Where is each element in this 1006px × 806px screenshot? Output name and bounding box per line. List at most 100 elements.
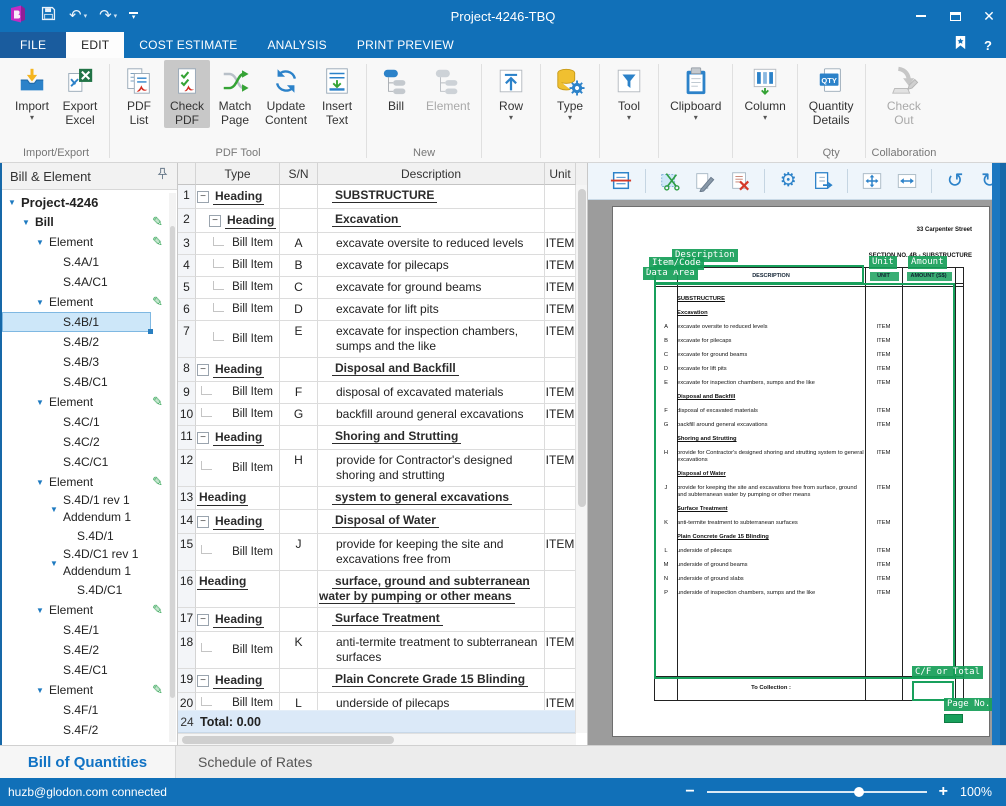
tree-item-s-4c-c1[interactable]: S.4C/C1 [2,452,177,472]
grid-row-3[interactable]: 3Bill ItemAexcavate oversite to reduced … [178,233,576,255]
grid-row-10[interactable]: 10Bill ItemGbackfill around general exca… [178,404,576,426]
tree-item-element[interactable]: ▼Element✎ [2,680,177,700]
quantity-details-button[interactable]: QTYQuantityDetails [804,60,859,128]
grid-row-4[interactable]: 4Bill ItemBexcavate for pilecapsITEM [178,255,576,277]
pdf-list-button[interactable]: PDFList [116,60,162,128]
edit-pencil-icon[interactable]: ✎ [152,214,163,230]
tree-item-project-4246[interactable]: ▼Project-4246 [2,192,177,212]
collapse-icon[interactable]: − [197,675,209,687]
zoom-slider-thumb[interactable] [854,787,864,797]
tree-item-s-4d-1-rev-1-addendum-1[interactable]: ▼S.4D/1 rev 1Addendum 1 [2,492,177,526]
edit-pencil-icon[interactable]: ✎ [152,394,163,410]
tab-analysis[interactable]: ANALYSIS [252,32,341,58]
collapse-icon[interactable]: − [197,364,209,376]
grid-vscrollbar[interactable] [575,185,587,733]
edit-pencil-icon[interactable]: ✎ [152,474,163,490]
tool-button[interactable]: Tool▾ [606,60,652,123]
tree-item-element[interactable]: ▼Element✎ [2,600,177,620]
match-page-button[interactable]: MatchPage [212,60,258,128]
pdf-page[interactable]: 33 Carpenter Street SECTION NO. 4B - SUB… [612,206,990,737]
grid-row-19[interactable]: 19−HeadingPlain Concrete Grade 15 Blindi… [178,669,576,693]
update-content-button[interactable]: UpdateContent [260,60,312,128]
expand-arrow-icon[interactable]: ▼ [8,198,21,207]
type-button[interactable]: Type▾ [547,60,593,123]
grid-row-9[interactable]: 9Bill ItemFdisposal of excavated materia… [178,382,576,404]
export-icon[interactable] [812,168,834,194]
tree-item-s-4c-1[interactable]: S.4C/1 [2,412,177,432]
preview-scrollbar[interactable] [992,163,1000,745]
snip-icon[interactable] [659,168,681,194]
tree-item-s-4f-1[interactable]: S.4F/1 [2,700,177,720]
grid-hscrollbar[interactable] [178,733,576,745]
collapse-icon[interactable]: − [197,432,209,444]
help-button[interactable]: ? [984,38,992,53]
tree-item-element[interactable]: ▼Element✎ [2,232,177,252]
tab-file[interactable]: FILE [0,32,66,58]
expand-arrow-icon[interactable]: ▼ [36,238,49,247]
grid-row-2[interactable]: 2−HeadingExcavation [178,209,576,233]
close-button[interactable]: ✕ [972,0,1006,32]
tree-item-s-4b-c1[interactable]: S.4B/C1 [2,372,177,392]
fit-page-icon[interactable] [861,168,883,194]
sidebar-scrollbar[interactable] [169,193,176,742]
rotate-left-icon[interactable]: ↺ [945,168,966,194]
grid-row-8[interactable]: 8−HeadingDisposal and Backfill [178,358,576,382]
tree-item-s-4c-2[interactable]: S.4C/2 [2,432,177,452]
collapse-icon[interactable]: − [197,191,209,203]
grid-row-13[interactable]: 13Headingsystem to general excavations [178,487,576,510]
grid-row-17[interactable]: 17−HeadingSurface Treatment [178,608,576,632]
zoom-in-button[interactable]: + [939,784,948,800]
delete-icon[interactable] [729,168,751,194]
tree-item-s-4a-c1[interactable]: S.4A/C1 [2,272,177,292]
expand-arrow-icon[interactable]: ▼ [50,559,63,568]
grid-row-18[interactable]: 18Bill ItemKanti-termite treatment to su… [178,632,576,669]
tree-item-s-4e-2[interactable]: S.4E/2 [2,640,177,660]
expand-arrow-icon[interactable]: ▼ [36,686,49,695]
tree-item-s-4b-1[interactable]: S.4B/1 [2,312,151,332]
row-button[interactable]: Row▾ [488,60,534,123]
collapse-icon[interactable]: − [197,516,209,528]
tree-item-s-4b-2[interactable]: S.4B/2 [2,332,177,352]
tree-item-s-4e-1[interactable]: S.4E/1 [2,620,177,640]
tab-cost-estimate[interactable]: COST ESTIMATE [124,32,252,58]
gear-icon[interactable]: ⚙ [778,168,799,194]
edit-pencil-icon[interactable]: ✎ [152,234,163,250]
match-icon[interactable] [610,168,632,194]
tree-item-element[interactable]: ▼Element✎ [2,292,177,312]
import-button[interactable]: Import▾ [9,60,55,123]
tab-edit[interactable]: EDIT [66,32,124,58]
fit-width-icon[interactable] [896,168,918,194]
grid-row-12[interactable]: 12Bill ItemHprovide for Contractor's des… [178,450,576,487]
edit-pencil-icon[interactable]: ✎ [152,294,163,310]
check-pdf-button[interactable]: CheckPDF [164,60,210,128]
pin-icon[interactable] [156,167,169,185]
bill-button[interactable]: Bill [373,60,419,114]
grid-row-15[interactable]: 15Bill ItemJprovide for keeping the site… [178,534,576,571]
expand-arrow-icon[interactable]: ▼ [36,606,49,615]
export-excel-button[interactable]: ExportExcel [57,60,103,128]
tab-print-preview[interactable]: PRINT PREVIEW [342,32,469,58]
collapse-icon[interactable]: − [197,614,209,626]
edit-pencil-icon[interactable]: ✎ [152,682,163,698]
grid-row-16[interactable]: 16Headingsurface, ground and subterranea… [178,571,576,608]
bookmark-icon[interactable] [953,35,968,55]
grid-vscroll-thumb[interactable] [578,189,586,507]
tree-item-s-4d-c1-rev-1-addendum-1[interactable]: ▼S.4D/C1 rev 1Addendum 1 [2,546,177,580]
tree-item-s-4e-c1[interactable]: S.4E/C1 [2,660,177,680]
grid-row-5[interactable]: 5Bill ItemCexcavate for ground beamsITEM [178,277,576,299]
tree-item-bill[interactable]: ▼Bill✎ [2,212,177,232]
grid-row-7[interactable]: 7Bill ItemEexcavate for inspection chamb… [178,321,576,358]
expand-arrow-icon[interactable]: ▼ [36,398,49,407]
bottom-tab-schedule-of-rates[interactable]: Schedule of Rates [176,746,334,778]
tree-item-s-4a-1[interactable]: S.4A/1 [2,252,177,272]
zoom-slider[interactable] [707,791,927,793]
collapse-icon[interactable]: − [209,215,221,227]
grid-row-20[interactable]: 20Bill ItemLunderside of pilecapsITEM [178,693,576,710]
column-button[interactable]: Column▾ [739,60,790,123]
minimize-button[interactable] [904,0,938,32]
tree-item-s-4f-c1[interactable]: S.4F/C1 [2,740,177,745]
edit-pencil-icon[interactable]: ✎ [152,602,163,618]
tree-item-s-4d-1[interactable]: S.4D/1 [2,526,177,546]
clipboard-button[interactable]: Clipboard▾ [665,60,726,123]
tree-item-element[interactable]: ▼Element✎ [2,472,177,492]
